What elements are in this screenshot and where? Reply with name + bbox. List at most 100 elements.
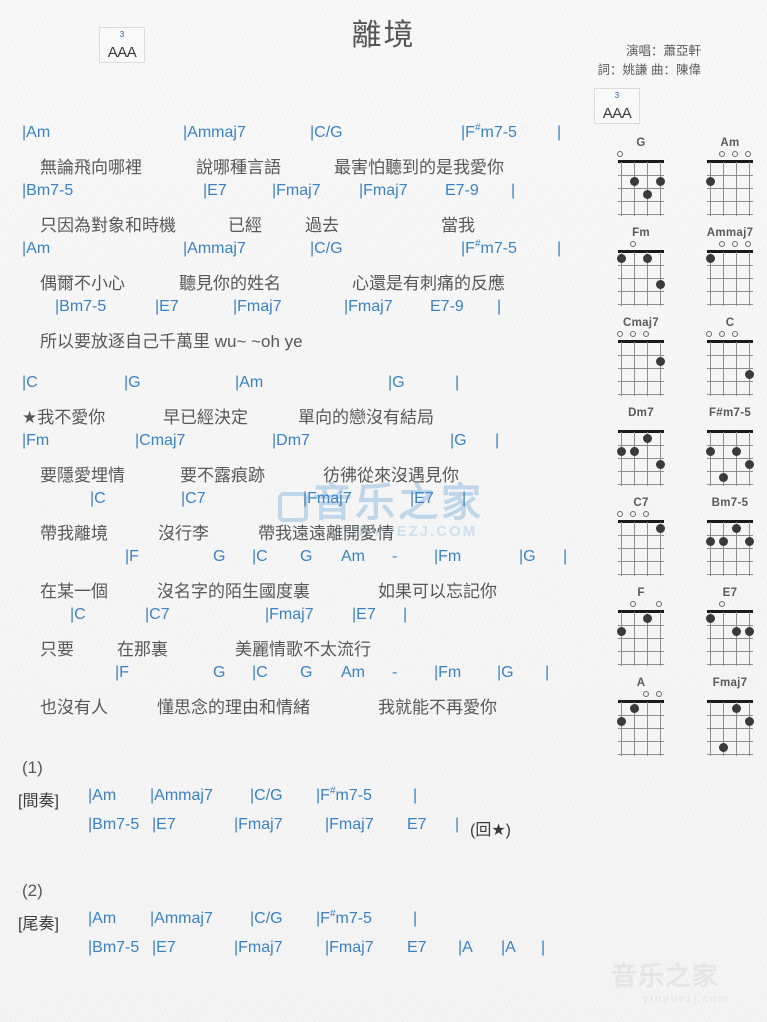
open-string-icon bbox=[630, 241, 637, 247]
lyric-token: 只要 bbox=[40, 640, 74, 659]
open-string-icon bbox=[745, 241, 752, 247]
chord-diagram[interactable]: A bbox=[604, 676, 678, 766]
text-size-icon-right[interactable]: 3 AAA bbox=[594, 88, 640, 124]
fret-line bbox=[707, 265, 753, 267]
chord-diagram-name: Bm7-5 bbox=[711, 497, 749, 509]
chord-diagram-name: Fmaj7 bbox=[712, 677, 748, 689]
fret-line bbox=[618, 381, 664, 383]
finger-dot bbox=[745, 717, 754, 726]
finger-dot bbox=[643, 614, 652, 623]
fret-line bbox=[618, 175, 664, 177]
lyric-token: (2) bbox=[22, 881, 43, 900]
chord-diagram[interactable]: C7 bbox=[604, 496, 678, 586]
open-string-icon bbox=[656, 601, 663, 607]
chord-token: | bbox=[557, 124, 562, 141]
open-string-icon bbox=[732, 151, 739, 157]
fret-line bbox=[618, 445, 664, 447]
chord-token: |E7 bbox=[352, 606, 376, 623]
fret-line bbox=[618, 625, 664, 627]
chord-diagram-name: E7 bbox=[722, 587, 738, 599]
lyric-token: 也沒有人 bbox=[40, 698, 108, 717]
nut bbox=[618, 250, 664, 253]
fret-line bbox=[618, 265, 664, 267]
fret-line bbox=[618, 561, 664, 563]
aaa-label-top: AAA bbox=[107, 44, 137, 61]
chord-token: |F bbox=[125, 548, 139, 565]
chord-diagram-row: A Fmaj7 bbox=[604, 676, 767, 766]
chord-token: |C/G bbox=[250, 787, 283, 804]
chord-diagram[interactable]: E7 bbox=[693, 586, 767, 676]
open-string-icon bbox=[630, 331, 637, 337]
chord-diagram[interactable]: F#m7-5 bbox=[693, 406, 767, 496]
finger-dot bbox=[656, 177, 665, 186]
nut bbox=[707, 430, 753, 433]
finger-dot bbox=[732, 447, 741, 456]
fret-line bbox=[707, 355, 753, 357]
chord-diagram-name: C7 bbox=[633, 497, 649, 509]
finger-dot bbox=[732, 704, 741, 713]
lyric-token: 說哪種言語 bbox=[196, 158, 281, 177]
nut bbox=[707, 160, 753, 163]
fret-line bbox=[618, 291, 664, 293]
lyric-line: 只因為對象和時機 已經 過去 當我 bbox=[0, 211, 600, 240]
chord-token: Am bbox=[341, 548, 365, 565]
finger-dot bbox=[719, 473, 728, 482]
chord-token: |Am bbox=[22, 124, 51, 141]
chord-diagram-name: F bbox=[637, 587, 645, 599]
chord-token: |C bbox=[90, 490, 106, 507]
chord-diagram[interactable]: C bbox=[693, 316, 767, 406]
chord-token: | bbox=[462, 490, 467, 507]
open-string-icon bbox=[719, 151, 726, 157]
chord-line: |Am |Ammaj7 |C/G |F#m7-5 | bbox=[0, 123, 600, 153]
open-string-icon bbox=[719, 241, 726, 247]
finger-dot bbox=[643, 190, 652, 199]
lyric-token: 當我 bbox=[441, 216, 475, 235]
finger-dot bbox=[732, 524, 741, 533]
chord-token: |Fmaj7 bbox=[344, 298, 393, 315]
open-string-icon bbox=[630, 601, 637, 607]
chord-diagram[interactable]: G bbox=[604, 136, 678, 226]
lyric-line: 也沒有人 懂思念的理由和情緒 我就能不再愛你 bbox=[0, 693, 600, 722]
chord-token: E7 bbox=[407, 939, 427, 956]
chord-line: [尾奏] |Am |Ammaj7 |C/G |F#m7-5 | bbox=[0, 909, 600, 939]
finger-dot bbox=[719, 537, 728, 546]
chord-token: | bbox=[557, 240, 562, 257]
chord-token: |F#m7-5 bbox=[316, 785, 372, 804]
nut bbox=[618, 340, 664, 343]
credit-writers: 詞：姚謙 曲：陳偉 bbox=[597, 63, 701, 77]
fret-line bbox=[707, 471, 753, 473]
chord-diagram[interactable]: Fmaj7 bbox=[693, 676, 767, 766]
chord-token: |Fmaj7 bbox=[359, 182, 408, 199]
finger-dot bbox=[643, 434, 652, 443]
open-string-icon bbox=[617, 331, 624, 337]
finger-dot bbox=[630, 447, 639, 456]
chord-token: |E7 bbox=[155, 298, 179, 315]
fret-line bbox=[707, 445, 753, 447]
fret-line bbox=[707, 638, 753, 640]
chord-diagram[interactable]: Fm bbox=[604, 226, 678, 316]
text-size-icon-top[interactable]: 3 AAA bbox=[99, 27, 145, 63]
chord-line: |Bm7-5 |E7 |Fmaj7 |Fmaj7 E7-9 | bbox=[0, 298, 600, 327]
chord-diagram[interactable]: Cmaj7 bbox=[604, 316, 678, 406]
chord-diagram[interactable]: Bm7-5 bbox=[693, 496, 767, 586]
lyric-token: ★我不愛你 bbox=[22, 408, 106, 427]
chord-token: |E7 bbox=[152, 816, 176, 833]
chord-diagram-name: Am bbox=[720, 137, 740, 149]
chord-diagram[interactable]: Ammaj7 bbox=[693, 226, 767, 316]
lyric-line: 在某一個 沒名字的陌生國度裏 如果可以忘記你 bbox=[0, 577, 600, 606]
finger-dot bbox=[706, 614, 715, 623]
chord-sheet: 離境 3 AAA 演唱：蕭亞軒 詞：姚謙 曲：陳偉 3 AAA |Am |Amma… bbox=[0, 0, 767, 1022]
chord-token: |Fmaj7 bbox=[325, 939, 374, 956]
chord-token: |A bbox=[501, 939, 516, 956]
lyric-line: ★我不愛你 早已經決定 單向的戀沒有結局 bbox=[0, 403, 600, 432]
fret-line bbox=[618, 188, 664, 190]
chord-line: |Fm |Cmaj7 |Dm7 |G | bbox=[0, 432, 600, 461]
finger-dot bbox=[617, 717, 626, 726]
chord-token: - bbox=[392, 664, 398, 681]
finger-dot bbox=[656, 460, 665, 469]
chord-diagram[interactable]: F bbox=[604, 586, 678, 676]
chord-diagram[interactable]: Am bbox=[693, 136, 767, 226]
fret-line bbox=[618, 715, 664, 717]
chord-diagram[interactable]: Dm7 bbox=[604, 406, 678, 496]
chord-token: G bbox=[300, 548, 313, 565]
